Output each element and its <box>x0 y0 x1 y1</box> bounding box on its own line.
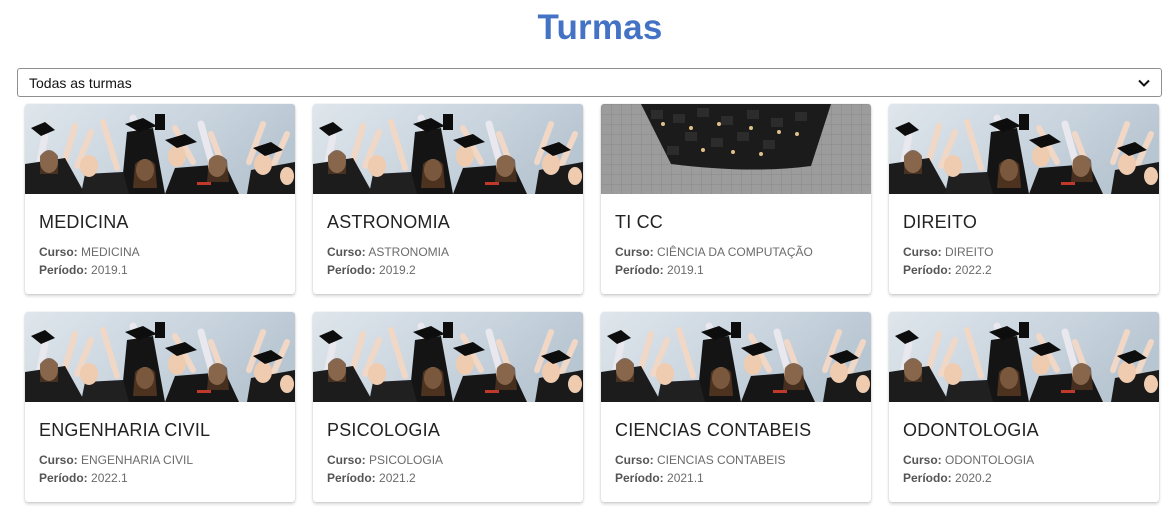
card-curso: Curso: MEDICINA <box>39 245 140 259</box>
card-periodo: Período: 2019.1 <box>39 263 128 277</box>
graduation-photo <box>889 312 1159 402</box>
page-title: Turmas <box>537 8 663 47</box>
graduation-photo <box>313 312 583 402</box>
card-curso: Curso: PSICOLOGIA <box>327 453 444 467</box>
turma-card[interactable]: PSICOLOGIA Curso: PSICOLOGIA Período: 20… <box>313 312 583 502</box>
turma-filter-select[interactable]: Todas as turmas <box>17 68 1162 97</box>
card-periodo: Período: 2019.1 <box>615 263 704 277</box>
card-title: MEDICINA <box>39 212 129 232</box>
turma-filter-value: Todas as turmas <box>29 74 132 91</box>
card-periodo: Período: 2022.1 <box>39 471 128 485</box>
card-title: TI CC <box>615 212 663 232</box>
card-curso: Curso: ENGENHARIA CIVIL <box>39 453 194 467</box>
turma-card[interactable]: ASTRONOMIA Curso: ASTRONOMIA Período: 20… <box>313 104 583 294</box>
card-periodo: Período: 2022.2 <box>903 263 992 277</box>
turma-card[interactable]: DIREITO Curso: DIREITO Período: 2022.2 <box>889 104 1159 294</box>
card-curso: Curso: CIENCIAS CONTABEIS <box>615 453 786 467</box>
turma-card[interactable]: CIENCIAS CONTABEIS Curso: CIENCIAS CONTA… <box>601 312 871 502</box>
card-periodo: Período: 2021.2 <box>327 471 416 485</box>
turma-card[interactable]: ODONTOLOGIA Curso: ODONTOLOGIA Período: … <box>889 312 1159 502</box>
card-periodo: Período: 2020.2 <box>903 471 992 485</box>
graduation-photo <box>25 104 295 194</box>
card-title: ASTRONOMIA <box>327 212 451 232</box>
card-title: PSICOLOGIA <box>327 420 441 440</box>
card-curso: Curso: ASTRONOMIA <box>327 245 450 259</box>
graduation-photo <box>25 312 295 402</box>
card-title: ENGENHARIA CIVIL <box>39 420 211 440</box>
card-title: CIENCIAS CONTABEIS <box>615 420 812 440</box>
card-periodo: Período: 2021.1 <box>615 471 704 485</box>
card-periodo: Período: 2019.2 <box>327 263 416 277</box>
card-curso: Curso: ODONTOLOGIA <box>903 453 1035 467</box>
chevron-down-icon[interactable] <box>1137 76 1151 90</box>
turma-card[interactable]: TI CC Curso: CIÊNCIA DA COMPUTAÇÃO Perío… <box>601 104 871 294</box>
graduation-photo <box>889 104 1159 194</box>
card-title: ODONTOLOGIA <box>903 420 1039 440</box>
card-curso: Curso: CIÊNCIA DA COMPUTAÇÃO <box>615 245 813 259</box>
turma-card[interactable]: ENGENHARIA CIVIL Curso: ENGENHARIA CIVIL… <box>25 312 295 502</box>
graduation-aerial-photo <box>601 104 871 194</box>
graduation-photo <box>601 312 871 402</box>
card-curso: Curso: DIREITO <box>903 245 994 259</box>
card-title: DIREITO <box>903 212 978 232</box>
turma-card[interactable]: MEDICINA Curso: MEDICINA Período: 2019.1 <box>25 104 295 294</box>
graduation-photo <box>313 104 583 194</box>
